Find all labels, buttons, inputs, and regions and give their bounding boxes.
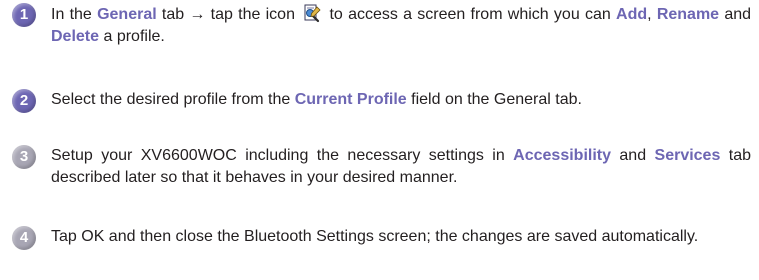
services-term: Services — [654, 147, 721, 164]
step-1-text-part: , — [647, 6, 657, 23]
step-2-text: Select the desired profile from the Curr… — [51, 89, 751, 111]
step-1: 1 In the General tab → tap the icon to a… — [12, 3, 752, 48]
step-1-text-part: In the — [51, 6, 98, 23]
step-number-badge: 1 — [12, 3, 36, 27]
step-1-text: In the General tab → tap the icon to acc… — [51, 3, 751, 48]
step-number-badge: 2 — [12, 89, 36, 113]
accessibility-term: Accessibility — [513, 147, 611, 164]
delete-term: Delete — [51, 28, 100, 45]
step-3-text-part: and — [611, 147, 655, 164]
step-3-text: Setup your XV6600WOC including the neces… — [51, 145, 751, 189]
step-1-text-part: a profile. — [99, 28, 165, 45]
step-1-text-part: to access a screen from which you can — [324, 6, 617, 23]
step-number-badge: 3 — [12, 145, 36, 169]
step-4: 4 Tap OK and then close the Bluetooth Se… — [12, 226, 752, 250]
step-4-text-part: Tap OK and then close the Bluetooth Sett… — [51, 228, 699, 245]
current-profile-term: Current Profile — [294, 91, 407, 108]
profile-edit-icon — [304, 4, 321, 23]
step-2: 2 Select the desired profile from the Cu… — [12, 89, 752, 113]
step-3: 3 Setup your XV6600WOC including the nec… — [12, 145, 752, 189]
general-tab-term: General — [97, 6, 157, 23]
step-3-text-part: Setup your XV6600WOC including the neces… — [51, 147, 514, 164]
rename-term: Rename — [656, 6, 720, 23]
step-1-text-part: and — [719, 6, 752, 23]
step-2-text-part: field on the General tab. — [406, 91, 582, 108]
step-2-text-part: Select the desired profile from the — [51, 91, 295, 108]
step-4-text: Tap OK and then close the Bluetooth Sett… — [51, 226, 751, 248]
step-1-text-part: tab → tap the icon — [156, 6, 301, 23]
step-number-badge: 4 — [12, 226, 36, 250]
add-term: Add — [616, 6, 648, 23]
